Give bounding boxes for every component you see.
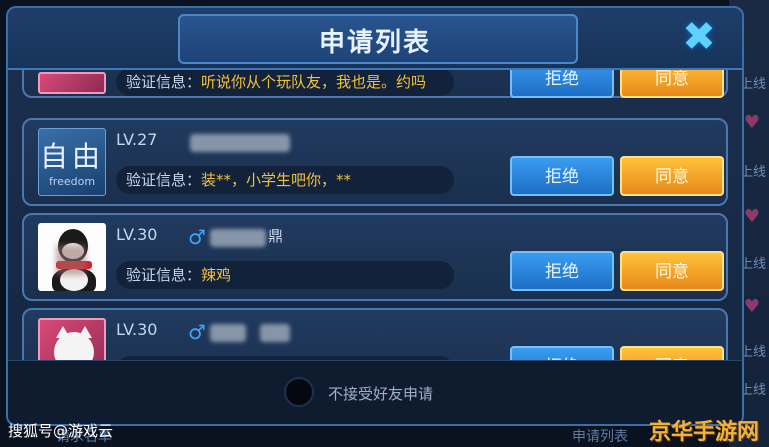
dialog-footer: 不接受好友申请 [8,360,742,424]
reject-all-requests-label: 不接受好友申请 [328,385,434,403]
player-level: LV.27 [116,130,158,149]
player-name-visible: 鼎 [268,227,284,245]
verify-message: 听说你从个玩队友，我也是。约吗 [201,73,427,91]
request-row: 验证信息：听说你从个玩队友，我也是。约吗 拒绝 同意 [22,70,728,98]
watermark-source: 搜狐号@游戏云 [8,422,114,440]
avatar [38,223,106,291]
dialog-title: 申请列表 [318,28,431,58]
player-name-redacted [210,229,266,247]
dialog-header: 申请列表 ✖ [8,8,742,70]
verify-message: 辣鸡 [201,266,232,284]
verify-info: 验证信息：装**，小学生吧你，** [116,166,454,194]
avatar-text: 自由 [39,140,104,173]
verify-info: 验证信息：辣鸡 [116,261,454,289]
request-row: LV.30 ♂ 拒绝 同意 [22,308,728,360]
verify-message: 装**，小学生吧你，** [201,171,352,189]
reject-button[interactable]: 拒绝 [510,251,614,291]
reject-button[interactable]: 拒绝 [510,346,614,360]
accept-button[interactable]: 同意 [620,346,724,360]
male-icon: ♂ [188,320,206,344]
player-name-redacted [210,324,246,342]
avatar-subtext: freedom [48,175,96,188]
verify-label: 验证信息： [126,73,202,91]
male-icon: ♂ [188,225,206,249]
accept-button[interactable]: 同意 [620,251,724,291]
player-level: LV.30 [116,225,158,244]
verify-label: 验证信息： [126,266,202,284]
reject-button[interactable]: 拒绝 [510,70,614,98]
verify-info: 验证信息：听说你从个玩队友，我也是。约吗 [116,70,454,96]
friend-request-dialog: 申请列表 ✖ 验证信息：听说你从个玩队友，我也是。约吗 拒绝 同意 自由 fre… [6,6,744,426]
request-list[interactable]: 验证信息：听说你从个玩队友，我也是。约吗 拒绝 同意 自由 freedom LV… [8,70,742,360]
avatar: 自由 freedom [38,128,106,196]
close-icon[interactable]: ✖ [676,16,722,58]
request-row: 自由 freedom LV.27 验证信息：装**，小学生吧你，** 拒绝 同意 [22,118,728,206]
request-row: LV.30 ♂ 鼎 验证信息：辣鸡 拒绝 同意 [22,213,728,301]
watermark-logo: 京华手游网 [648,420,759,445]
accept-button[interactable]: 同意 [620,70,724,98]
verify-label: 验证信息： [126,171,202,189]
accept-button[interactable]: 同意 [620,156,724,196]
reject-button[interactable]: 拒绝 [510,156,614,196]
avatar [38,72,106,94]
reject-all-requests-toggle[interactable] [284,377,314,407]
player-name-redacted [190,134,290,152]
player-name-redacted [260,324,290,342]
avatar [38,318,106,360]
background-tab-label: 申请列表 [572,429,628,445]
player-level: LV.30 [116,320,158,339]
